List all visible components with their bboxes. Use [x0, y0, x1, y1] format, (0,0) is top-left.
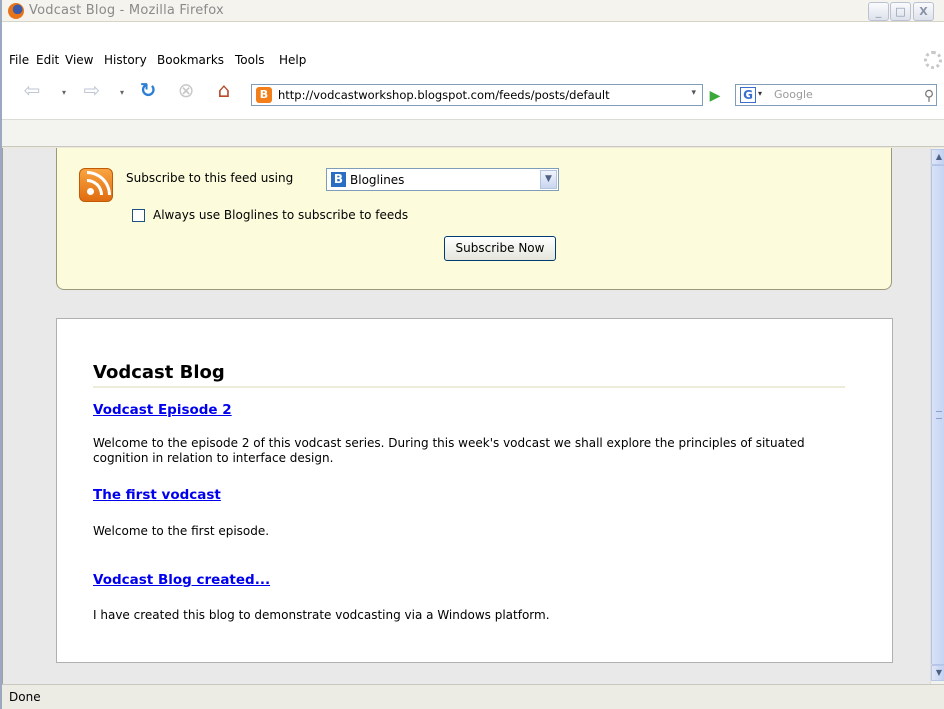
scroll-up-icon[interactable]: ▲: [931, 149, 944, 165]
entry-link-3[interactable]: Vodcast Blog created...: [93, 572, 270, 588]
menu-help[interactable]: Help: [279, 53, 306, 67]
entry-summary-3: I have created this blog to demonstrate …: [93, 608, 550, 622]
engine-dropdown-icon[interactable]: ▾: [758, 89, 762, 98]
menu-tools[interactable]: Tools: [235, 53, 265, 67]
bloglines-icon: B: [331, 172, 346, 187]
activity-throbber-icon: [924, 51, 942, 69]
entry-summary-1: Welcome to the episode 2 of this vodcast…: [93, 436, 805, 465]
entry-summary-2: Welcome to the first episode.: [93, 524, 270, 538]
stop-icon[interactable]: ⊗: [174, 78, 198, 102]
bookmarks-toolbar: [2, 119, 944, 147]
menu-history[interactable]: History: [104, 53, 147, 67]
search-magnifier-icon[interactable]: ⚲: [918, 85, 940, 107]
window-title: Vodcast Blog - Mozilla Firefox: [29, 3, 224, 18]
feed-body: Vodcast Blog Vodcast Episode 2 Welcome t…: [56, 318, 893, 663]
url-bar[interactable]: B http://vodcastworkshop.blogspot.com/fe…: [251, 84, 703, 106]
google-engine-icon[interactable]: G: [740, 87, 756, 103]
rss-feed-icon: [79, 168, 113, 202]
always-use-label[interactable]: Always use Bloglines to subscribe to fee…: [153, 208, 408, 222]
menu-view[interactable]: View: [65, 53, 93, 67]
subscribe-now-button[interactable]: Subscribe Now: [444, 236, 556, 261]
browser-window: Vodcast Blog - Mozilla Firefox _ □ X Fil…: [0, 0, 944, 709]
entry-link-2[interactable]: The first vodcast: [93, 487, 221, 503]
vertical-scrollbar[interactable]: ▲ ▼: [930, 148, 944, 684]
go-icon[interactable]: ▶: [704, 85, 726, 107]
page-content: Subscribe to this feed using B Bloglines…: [2, 148, 930, 684]
entry-link-1[interactable]: Vodcast Episode 2: [93, 402, 232, 418]
status-bar: Done: [2, 684, 944, 709]
chevron-down-icon[interactable]: ▼: [540, 170, 557, 189]
feed-reader-value: Bloglines: [350, 173, 405, 187]
feed-reader-select[interactable]: B Bloglines ▼: [326, 168, 559, 191]
always-use-checkbox[interactable]: [132, 209, 145, 222]
blogger-favicon-icon: B: [256, 87, 272, 103]
minimize-button[interactable]: _: [868, 2, 889, 21]
menu-bar: File Edit View History Bookmarks Tools H…: [2, 49, 944, 71]
title-bar: Vodcast Blog - Mozilla Firefox _ □ X: [2, 0, 944, 22]
forward-icon[interactable]: ⇨: [80, 78, 104, 102]
scroll-down-icon[interactable]: ▼: [931, 665, 944, 681]
menu-edit[interactable]: Edit: [36, 53, 59, 67]
search-input[interactable]: Google: [774, 88, 813, 101]
url-text[interactable]: http://vodcastworkshop.blogspot.com/feed…: [278, 88, 610, 102]
title-spacer: [2, 22, 944, 49]
search-bar[interactable]: G ▾ Google: [735, 84, 937, 106]
subscribe-label: Subscribe to this feed using: [126, 171, 294, 185]
scroll-thumb[interactable]: [931, 165, 944, 665]
url-history-dropdown-icon[interactable]: ▾: [691, 88, 696, 98]
menu-file[interactable]: File: [9, 53, 29, 67]
forward-history-dropdown-icon[interactable]: ▾: [120, 88, 124, 97]
menu-bookmarks[interactable]: Bookmarks: [157, 53, 224, 67]
status-text: Done: [9, 690, 41, 704]
feed-title: Vodcast Blog: [93, 362, 225, 383]
back-history-dropdown-icon[interactable]: ▾: [62, 88, 66, 97]
subscribe-box: Subscribe to this feed using B Bloglines…: [56, 148, 892, 290]
reload-icon[interactable]: ↻: [136, 78, 160, 102]
home-icon[interactable]: ⌂: [212, 78, 236, 102]
back-icon[interactable]: ⇦: [20, 78, 44, 102]
feed-title-divider: [93, 386, 845, 388]
maximize-button[interactable]: □: [890, 2, 911, 21]
close-button[interactable]: X: [913, 2, 934, 21]
firefox-icon: [8, 3, 24, 19]
